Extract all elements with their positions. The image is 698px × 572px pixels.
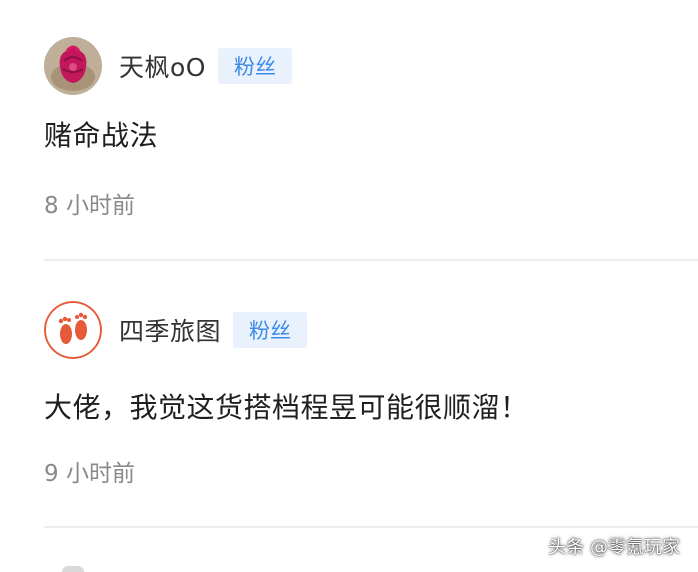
avatar[interactable]: [44, 37, 102, 95]
comment-list: 天枫oO 粉丝 赌命战法 8 小时前 四季旅图 粉丝 大佬，我觉这货搭档程昱可能…: [0, 0, 698, 572]
comment-text: 大佬，我觉这货搭档程昱可能很顺溜！: [44, 391, 529, 424]
comment-header: 天枫oO 粉丝: [44, 36, 292, 96]
avatar[interactable]: [44, 301, 102, 359]
red-flower-avatar-icon: [44, 37, 102, 95]
avatar: [62, 566, 84, 572]
footprints-avatar-icon: [44, 301, 102, 359]
divider: [44, 526, 698, 528]
fan-badge: 粉丝: [217, 48, 292, 84]
comment-time: 8 小时前: [44, 193, 135, 219]
fan-badge: 粉丝: [233, 312, 308, 348]
watermark: 头条 @零氪玩家: [548, 537, 680, 558]
divider: [44, 259, 698, 261]
username[interactable]: 四季旅图: [119, 312, 221, 348]
comment-time: 9 小时前: [44, 461, 135, 487]
comment-text: 赌命战法: [44, 119, 159, 152]
comment-header: 四季旅图 粉丝: [44, 300, 308, 360]
username[interactable]: 天枫oO: [119, 48, 206, 84]
